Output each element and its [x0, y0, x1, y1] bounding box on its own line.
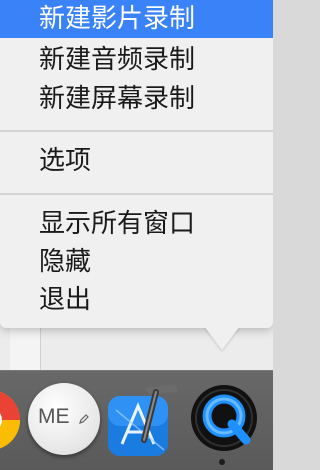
- menu-separator: [0, 193, 273, 195]
- running-indicator-dot: [219, 459, 225, 465]
- me-app-icon-label: ME: [38, 405, 70, 428]
- menu-item-new-movie-recording[interactable]: 新建影片录制: [0, 0, 273, 38]
- pencil-icon: [79, 414, 89, 424]
- xcode-icon[interactable]: [104, 380, 184, 460]
- menu-item-options[interactable]: 选项: [0, 142, 273, 180]
- menu-item-new-screen-recording[interactable]: 新建屏幕录制: [0, 80, 273, 118]
- context-menu: 新建影片录制 新建音频录制 新建屏幕录制 选项 显示所有窗口 隐藏 退出: [0, 0, 273, 328]
- menu-item-show-all-windows[interactable]: 显示所有窗口: [0, 205, 273, 243]
- chrome-icon[interactable]: [0, 384, 20, 456]
- menu-item-quit[interactable]: 退出: [0, 281, 273, 319]
- me-app-icon[interactable]: ME: [28, 383, 100, 455]
- quicktime-icon[interactable]: [188, 382, 260, 454]
- menu-item-hide[interactable]: 隐藏: [0, 243, 273, 281]
- menu-separator: [0, 130, 273, 132]
- screen: 新建影片录制 新建音频录制 新建屏幕录制 选项 显示所有窗口 隐藏 退出 ME: [0, 0, 273, 470]
- menu-pointer-arrow: [204, 326, 240, 350]
- menu-item-new-audio-recording[interactable]: 新建音频录制: [0, 41, 273, 79]
